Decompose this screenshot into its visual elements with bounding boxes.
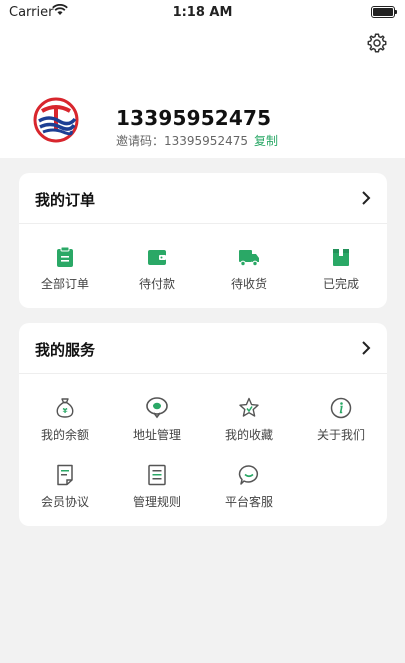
info-icon <box>295 396 387 420</box>
phone-number: 13395952475 <box>116 106 272 130</box>
chevron-right-icon <box>359 340 373 356</box>
copy-button[interactable]: 复制 <box>254 134 278 148</box>
service-favorites-label: 我的收藏 <box>224 428 273 442</box>
services-header[interactable]: 我的服务 <box>19 323 387 374</box>
service-address-button[interactable]: 地址管理 <box>111 396 203 443</box>
gear-icon <box>366 33 388 58</box>
service-balance-button[interactable]: ¥ 我的余额 <box>19 396 111 443</box>
invite-code-text: 邀请码：13395952475 <box>116 134 248 148</box>
service-about-label: 关于我们 <box>316 428 365 442</box>
orders-header[interactable]: 我的订单 <box>19 173 387 224</box>
service-member-agreement-button[interactable]: 会员协议 <box>19 463 111 510</box>
wallet-icon <box>111 246 203 268</box>
service-customer-support-label: 平台客服 <box>224 495 273 509</box>
service-balance-label: 我的余额 <box>40 428 89 442</box>
order-all-label: 全部订单 <box>40 277 89 291</box>
order-pending-receipt-button[interactable]: 待收货 <box>203 246 295 292</box>
invite-code-row: 邀请码：13395952475 复制 <box>116 132 278 149</box>
service-rules-button[interactable]: 管理规则 <box>111 463 203 510</box>
service-about-button[interactable]: 关于我们 <box>295 396 387 443</box>
orders-title: 我的订单 <box>35 191 96 209</box>
money-bag-icon: ¥ <box>19 396 111 420</box>
service-rules-label: 管理规则 <box>132 495 181 509</box>
location-pin-icon <box>111 396 203 420</box>
chat-icon <box>203 463 295 487</box>
orders-card: 我的订单 全部订单 待付款 待收货 已完成 <box>19 173 387 308</box>
service-customer-support-button[interactable]: 平台客服 <box>203 463 295 510</box>
svg-text:¥: ¥ <box>63 407 68 415</box>
order-pending-payment-label: 待付款 <box>138 277 175 291</box>
order-pending-receipt-label: 待收货 <box>230 277 267 291</box>
services-card: 我的服务 ¥ 我的余额 地址管理 我的收藏 关于我们 会员协议 管理规则 平台客… <box>19 323 387 526</box>
avatar[interactable] <box>33 97 79 143</box>
services-title: 我的服务 <box>35 341 96 359</box>
settings-button[interactable] <box>366 32 388 54</box>
clipboard-icon <box>19 246 111 268</box>
service-member-agreement-label: 会员协议 <box>40 495 89 509</box>
box-icon <box>295 246 387 268</box>
order-completed-label: 已完成 <box>322 277 359 291</box>
battery-icon <box>371 6 397 18</box>
profile-header: 13395952475 邀请码：13395952475 复制 <box>0 24 405 158</box>
list-icon <box>111 463 203 487</box>
service-favorites-button[interactable]: 我的收藏 <box>203 396 295 443</box>
service-address-label: 地址管理 <box>132 428 181 442</box>
document-icon <box>19 463 111 487</box>
chevron-right-icon <box>359 190 373 206</box>
orders-grid: 全部订单 待付款 待收货 已完成 <box>19 224 387 308</box>
truck-icon <box>203 246 295 268</box>
order-all-button[interactable]: 全部订单 <box>19 246 111 292</box>
clock: 1:18 AM <box>172 5 233 20</box>
order-pending-payment-button[interactable]: 待付款 <box>111 246 203 292</box>
status-bar: Carrier 1:18 AM <box>0 0 405 24</box>
star-icon <box>203 396 295 420</box>
services-grid: ¥ 我的余额 地址管理 我的收藏 关于我们 会员协议 管理规则 平台客服 <box>19 374 387 526</box>
order-completed-button[interactable]: 已完成 <box>295 246 387 292</box>
